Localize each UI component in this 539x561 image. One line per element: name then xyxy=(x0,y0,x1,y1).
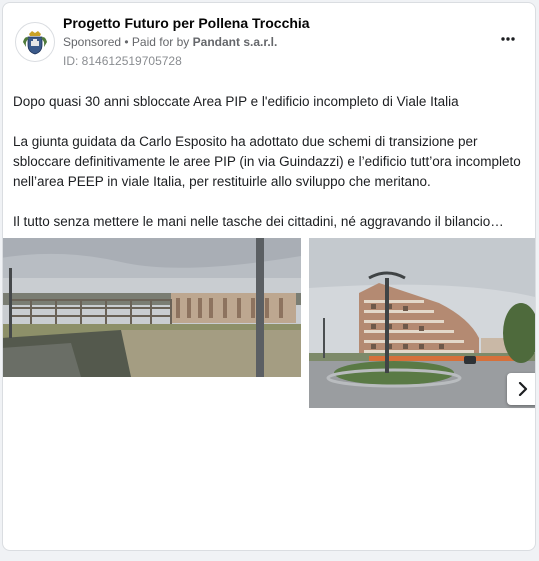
field-structure-photo xyxy=(3,238,301,377)
coat-of-arms-icon xyxy=(23,31,47,55)
payer-name: Pandant s.a.r.l. xyxy=(192,35,278,49)
post-paragraph: La giunta guidata da Carlo Esposito ha a… xyxy=(13,134,521,189)
sponsored-line: Sponsored • Paid for by Pandant s.a.r.l. xyxy=(63,35,277,49)
page-name[interactable]: Progetto Futuro per Pollena Trocchia xyxy=(63,15,310,31)
post-image-1[interactable] xyxy=(3,238,301,377)
page-avatar[interactable] xyxy=(15,22,55,62)
post-teaser: Il tutto senza mettere le mani nelle tas… xyxy=(13,214,504,229)
post-headline: Dopo quasi 30 anni sbloccate Area PIP e … xyxy=(13,94,459,109)
more-options-button[interactable] xyxy=(497,31,519,47)
meta-separator: • xyxy=(121,35,132,49)
paid-for-by-label: Paid for by xyxy=(131,35,190,49)
chevron-right-icon xyxy=(518,382,528,396)
post-image-2[interactable] xyxy=(309,238,535,408)
ad-id: ID: 814612519705728 xyxy=(63,54,182,68)
post-body: Dopo quasi 30 anni sbloccate Area PIP e … xyxy=(13,92,527,232)
more-horizontal-icon xyxy=(501,37,515,41)
ad-card: Progetto Futuro per Pollena Trocchia Spo… xyxy=(2,2,536,551)
building-photo xyxy=(309,238,535,408)
sponsored-label: Sponsored xyxy=(63,35,122,49)
carousel-next-button[interactable] xyxy=(507,373,535,405)
